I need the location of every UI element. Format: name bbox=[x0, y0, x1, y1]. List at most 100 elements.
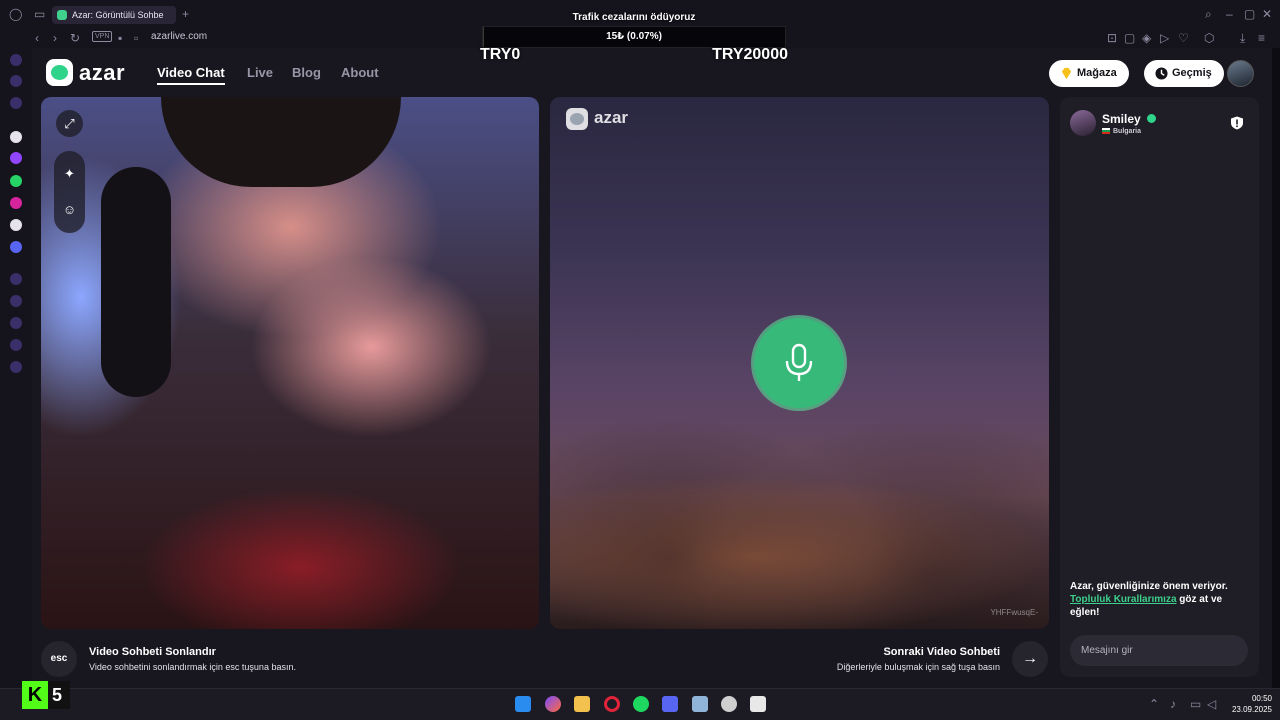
start-icon[interactable] bbox=[515, 696, 531, 712]
extensions-icon[interactable]: ⬡ bbox=[1204, 31, 1214, 45]
nav-live[interactable]: Live bbox=[247, 65, 273, 80]
tray-expand-icon[interactable]: ⌃ bbox=[1149, 697, 1159, 711]
opera-logo-icon[interactable]: ◯ bbox=[9, 7, 22, 21]
taskbar-clock[interactable]: 00:50 23.09.2025 bbox=[1222, 693, 1272, 715]
sidebar-clock-icon[interactable] bbox=[10, 295, 22, 307]
azar-favicon-icon bbox=[57, 10, 67, 20]
opera-gx-icon[interactable] bbox=[604, 696, 620, 712]
country-label: Bulgaria bbox=[1113, 128, 1142, 135]
date: 23.09.2025 bbox=[1231, 705, 1272, 714]
profile-avatar[interactable] bbox=[1227, 60, 1254, 87]
kick-badge: K 5 bbox=[22, 681, 70, 709]
session-id: YHFFwusqE- bbox=[990, 608, 1038, 617]
forward-icon[interactable]: › bbox=[53, 31, 57, 45]
video-content bbox=[161, 97, 401, 187]
safety-notice: Azar, güvenliğinize önem veriyor. Toplul… bbox=[1070, 580, 1252, 619]
new-tab-button[interactable]: + bbox=[182, 7, 189, 21]
app-icon[interactable] bbox=[692, 696, 708, 712]
history-label: Geçmiş bbox=[1172, 67, 1212, 79]
partner-country: Bulgaria bbox=[1102, 128, 1141, 135]
sidebar-aria-icon[interactable] bbox=[10, 54, 22, 66]
sidebar-messenger-icon[interactable] bbox=[10, 75, 22, 87]
partner-name: Smiley bbox=[1102, 112, 1141, 126]
sidebar-settings-icon[interactable] bbox=[10, 361, 22, 373]
azar-logo[interactable]: azar bbox=[46, 59, 136, 87]
video-tools: ✦ ☺ bbox=[54, 151, 85, 233]
nav-about[interactable]: About bbox=[341, 65, 379, 80]
vpn-badge[interactable]: VPN bbox=[92, 31, 113, 42]
network-icon[interactable]: ▭ bbox=[1190, 697, 1201, 711]
community-rules-link[interactable]: Topluluk Kurallarımıza bbox=[1070, 594, 1177, 605]
sidebar-instagram-icon[interactable] bbox=[10, 197, 22, 209]
camera-icon[interactable]: ▪ bbox=[118, 31, 122, 45]
remote-video-feed: azar YHFFwusqE- bbox=[550, 97, 1049, 629]
microphone-button[interactable] bbox=[754, 318, 844, 408]
spotify-icon[interactable] bbox=[633, 696, 649, 712]
steam-icon[interactable] bbox=[750, 696, 766, 712]
sidebar-pen-icon[interactable] bbox=[10, 317, 22, 329]
browser-tab-azar[interactable]: Azar: Görüntülü Sohbe bbox=[52, 6, 176, 24]
sidebar-twitch-icon[interactable] bbox=[10, 152, 22, 164]
volume-icon[interactable]: ◁ bbox=[1207, 697, 1216, 711]
minimize-icon[interactable]: – bbox=[1226, 7, 1233, 21]
kick-logo-icon: K bbox=[22, 681, 48, 709]
obs-icon[interactable] bbox=[721, 696, 737, 712]
file-explorer-icon[interactable] bbox=[574, 696, 590, 712]
heart-icon[interactable]: ♡ bbox=[1178, 31, 1189, 45]
url-field[interactable]: azarlive.com bbox=[151, 31, 207, 42]
end-chat-title: Video Sohbeti Sonlandır bbox=[89, 646, 216, 658]
player-icon[interactable]: ▷ bbox=[1160, 31, 1169, 45]
video-content-headphones bbox=[101, 167, 171, 397]
menu-icon[interactable]: ≡ bbox=[1258, 31, 1265, 45]
search-tabs-icon[interactable]: ⌕ bbox=[1205, 7, 1212, 21]
maximize-icon[interactable]: ▢ bbox=[1244, 7, 1255, 21]
safety-text: Azar, güvenliğinize önem veriyor. bbox=[1070, 581, 1228, 592]
message-input[interactable] bbox=[1070, 635, 1248, 666]
browser-tab-bar: ◯ ▭ Azar: Görüntülü Sohbe + ⌕ – ▢ ✕ bbox=[0, 0, 1280, 28]
sidebar-workspace-icon[interactable] bbox=[10, 97, 22, 109]
tab-title: Azar: Görüntülü Sohbe bbox=[72, 10, 164, 20]
copilot-icon[interactable] bbox=[545, 696, 561, 712]
sidebar-whatsapp-icon[interactable] bbox=[10, 175, 22, 187]
back-icon[interactable]: ‹ bbox=[35, 31, 39, 45]
effects-icon[interactable]: ✦ bbox=[56, 160, 83, 187]
partner-avatar[interactable] bbox=[1070, 110, 1096, 136]
swap-view-icon[interactable]: ⤢ bbox=[56, 110, 83, 137]
lock-icon[interactable]: ▫ bbox=[134, 31, 138, 45]
sidebar-cube-icon[interactable] bbox=[10, 339, 22, 351]
history-button[interactable]: Geçmiş bbox=[1144, 60, 1224, 87]
store-button[interactable]: Mağaza bbox=[1049, 60, 1129, 87]
clock-icon bbox=[1155, 67, 1168, 80]
reload-icon[interactable]: ↻ bbox=[70, 31, 80, 45]
pin-icon[interactable]: ⊡ bbox=[1107, 31, 1117, 45]
sidebar-x-icon[interactable] bbox=[10, 219, 22, 231]
browser-sidebar bbox=[0, 48, 32, 688]
nav-blog[interactable]: Blog bbox=[292, 65, 321, 80]
microphone-tray-icon[interactable]: ♪ bbox=[1170, 697, 1176, 711]
sidebar-history-icon[interactable] bbox=[10, 273, 22, 285]
logo-text: azar bbox=[79, 60, 126, 85]
gem-icon bbox=[1061, 67, 1072, 80]
shield-icon[interactable]: ◈ bbox=[1142, 31, 1151, 45]
close-window-icon[interactable]: ✕ bbox=[1262, 7, 1272, 21]
next-chat-button[interactable]: → bbox=[1012, 641, 1048, 677]
arrow-right-icon: → bbox=[1022, 650, 1038, 667]
discord-icon[interactable] bbox=[662, 696, 678, 712]
tab-overview-icon[interactable]: ▭ bbox=[34, 7, 45, 21]
snapshot-icon[interactable]: ▢ bbox=[1124, 31, 1135, 45]
sticker-icon[interactable]: ☺ bbox=[56, 196, 83, 223]
time: 00:50 bbox=[1251, 694, 1272, 703]
azar-watermark-icon bbox=[566, 108, 588, 130]
download-icon[interactable]: ⤓ bbox=[1240, 31, 1245, 45]
report-shield-icon[interactable] bbox=[1230, 116, 1244, 130]
nav-video-chat[interactable]: Video Chat bbox=[157, 65, 225, 85]
sidebar-discord-icon[interactable] bbox=[10, 241, 22, 253]
store-label: Mağaza bbox=[1077, 67, 1117, 79]
next-chat-title: Sonraki Video Sohbeti bbox=[883, 646, 1000, 658]
watermark-text: azar bbox=[594, 108, 629, 127]
end-chat-button[interactable]: esc bbox=[41, 641, 77, 677]
kick-count: 5 bbox=[52, 685, 63, 705]
verified-icon bbox=[1147, 114, 1156, 123]
local-video-feed: ⤢ ✦ ☺ bbox=[41, 97, 539, 629]
sidebar-ai-icon[interactable] bbox=[10, 131, 22, 143]
